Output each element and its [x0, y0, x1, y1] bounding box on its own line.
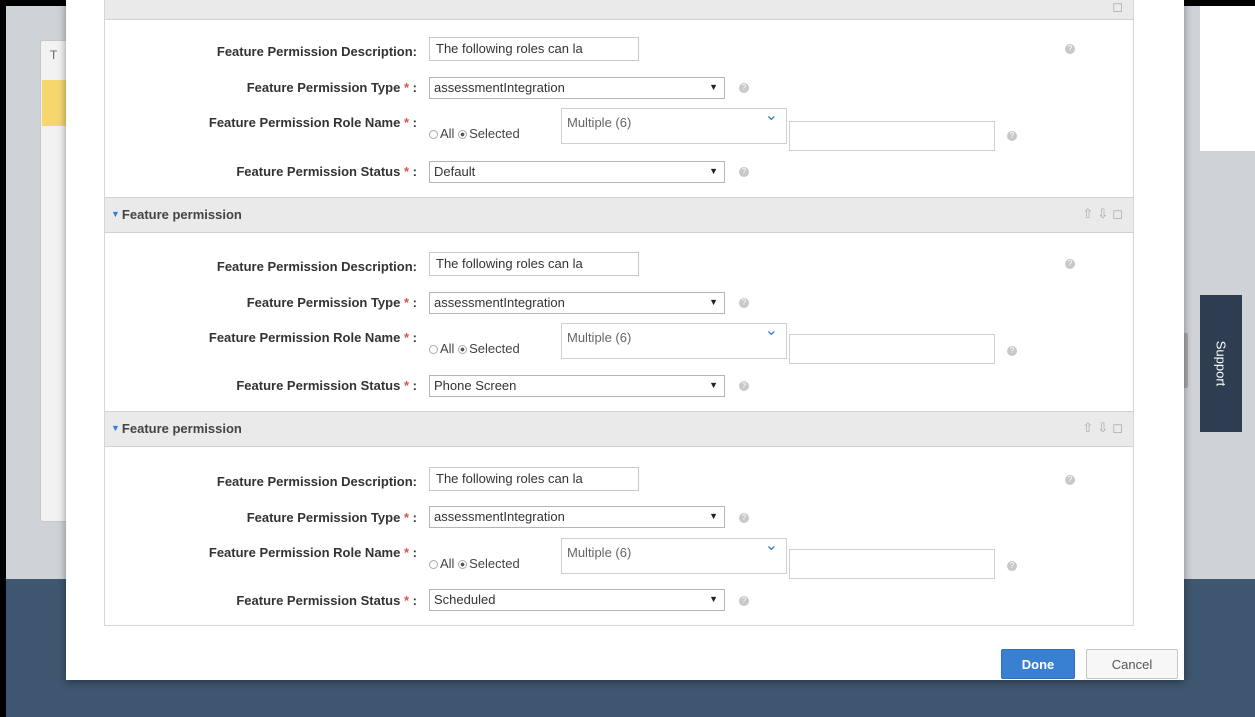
help-icon[interactable]: ? — [1007, 561, 1017, 571]
help-icon[interactable]: ? — [739, 381, 749, 391]
status-label: Feature Permission Status * : — [236, 593, 417, 608]
chevron-down-icon: ⌄ — [764, 107, 778, 124]
roles-multiselect[interactable]: Multiple (6) ⌄ — [561, 537, 787, 574]
move-up-down-delete-icons[interactable]: ⇧⇩◻ — [1082, 206, 1127, 222]
radio-all-label: All — [440, 126, 455, 141]
status-select[interactable]: Phone Screen ▼ — [429, 375, 725, 397]
help-icon[interactable]: ? — [1065, 259, 1075, 269]
type-select[interactable]: assessmentIntegration ▼ — [429, 506, 725, 528]
background-tab: T — [50, 48, 58, 62]
section-header-partial: ◻ — [105, 0, 1133, 20]
roles-text-input[interactable] — [789, 334, 995, 364]
section-title: ▼ Feature permission — [111, 207, 242, 222]
role-name-label: Feature Permission Role Name * : — [208, 545, 417, 560]
type-select[interactable]: assessmentIntegration ▼ — [429, 77, 725, 99]
type-label: Feature Permission Type * : — [246, 510, 417, 525]
screen-frame-left — [0, 0, 6, 717]
chevron-down-icon: ⌄ — [764, 537, 778, 554]
help-icon[interactable]: ? — [1007, 346, 1017, 356]
dialog-content: ◻ Feature Permission Description: The fo… — [104, 0, 1134, 626]
help-icon[interactable]: ? — [739, 596, 749, 606]
type-select[interactable]: assessmentIntegration ▼ — [429, 292, 725, 314]
radio-selected-label: Selected — [469, 126, 520, 141]
dropdown-arrow-icon: ▼ — [709, 166, 718, 176]
description-label: Feature Permission Description: — [216, 474, 417, 489]
radio-all-label: All — [440, 556, 455, 571]
dropdown-arrow-icon: ▼ — [709, 297, 718, 307]
radio-all-label: All — [440, 341, 455, 356]
dropdown-arrow-icon: ▼ — [709, 82, 718, 92]
collapse-triangle-icon: ▼ — [111, 209, 120, 219]
type-label: Feature Permission Type * : — [246, 295, 417, 310]
role-name-label: Feature Permission Role Name * : — [208, 115, 417, 130]
type-label: Feature Permission Type * : — [246, 80, 417, 95]
help-icon[interactable]: ? — [1065, 475, 1075, 485]
background-white-area — [1200, 6, 1255, 151]
role-scope-radio-group: All Selected — [429, 126, 520, 141]
help-icon[interactable]: ? — [739, 298, 749, 308]
radio-all[interactable] — [429, 130, 438, 139]
help-icon[interactable]: ? — [1007, 131, 1017, 141]
support-tab[interactable]: Support — [1200, 295, 1242, 432]
header-icons: ◻ — [1112, 0, 1127, 14]
role-name-label: Feature Permission Role Name * : — [208, 330, 417, 345]
role-scope-radio-group: All Selected — [429, 341, 520, 356]
cancel-button[interactable]: Cancel — [1086, 649, 1178, 679]
description-input[interactable]: The following roles can la — [429, 467, 639, 491]
feature-permission-dialog: ◻ Feature Permission Description: The fo… — [66, 0, 1184, 680]
dropdown-arrow-icon: ▼ — [709, 594, 718, 604]
description-input[interactable]: The following roles can la — [429, 252, 639, 276]
section-header[interactable]: ▼ Feature permission ⇧⇩◻ — [105, 197, 1133, 233]
chevron-down-icon: ⌄ — [764, 322, 778, 339]
radio-selected[interactable] — [458, 345, 468, 354]
section-header[interactable]: ▼ Feature permission ⇧⇩◻ — [105, 411, 1133, 447]
help-icon[interactable]: ? — [739, 513, 749, 523]
help-icon[interactable]: ? — [1065, 44, 1075, 54]
section-title: ▼ Feature permission — [111, 421, 242, 436]
support-label: Support — [1213, 340, 1229, 387]
roles-text-input[interactable] — [789, 549, 995, 579]
radio-all[interactable] — [429, 345, 438, 354]
status-label: Feature Permission Status * : — [236, 378, 417, 393]
roles-text-input[interactable] — [789, 121, 995, 151]
description-input[interactable]: The following roles can la — [429, 37, 639, 61]
radio-selected[interactable] — [458, 560, 468, 569]
radio-selected-label: Selected — [469, 556, 520, 571]
role-scope-radio-group: All Selected — [429, 556, 520, 571]
radio-all[interactable] — [429, 560, 438, 569]
radio-selected[interactable] — [458, 130, 468, 139]
description-label: Feature Permission Description: — [216, 259, 417, 274]
status-select[interactable]: Scheduled ▼ — [429, 589, 725, 611]
roles-multiselect[interactable]: Multiple (6) ⌄ — [561, 322, 787, 359]
help-icon[interactable]: ? — [739, 83, 749, 93]
done-button[interactable]: Done — [1001, 649, 1075, 679]
dropdown-arrow-icon: ▼ — [709, 511, 718, 521]
description-label: Feature Permission Description: — [216, 44, 417, 59]
status-label: Feature Permission Status * : — [236, 164, 417, 179]
collapse-triangle-icon: ▼ — [111, 423, 120, 433]
help-icon[interactable]: ? — [739, 167, 749, 177]
roles-multiselect[interactable]: Multiple (6) ⌄ — [561, 107, 787, 144]
dropdown-arrow-icon: ▼ — [709, 380, 718, 390]
background-highlight — [42, 80, 66, 126]
status-select[interactable]: Default ▼ — [429, 161, 725, 183]
move-up-down-delete-icons[interactable]: ⇧⇩◻ — [1082, 420, 1127, 436]
radio-selected-label: Selected — [469, 341, 520, 356]
